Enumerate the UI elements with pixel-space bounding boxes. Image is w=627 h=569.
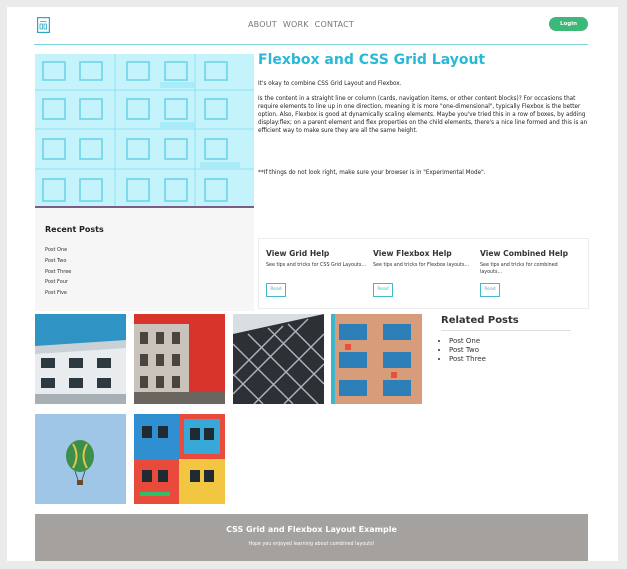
help-card-title: View Grid Help [266,249,330,258]
gallery-photo-lattice-facade[interactable] [233,314,324,404]
recent-post-item[interactable]: Post One [45,245,71,256]
page-title: Flexbox and CSS Grid Layout [258,52,486,68]
nav-link-about[interactable]: ABOUT [248,20,277,29]
recent-post-item[interactable]: Post Three [45,267,71,278]
related-posts-heading: Related Posts [441,315,519,326]
read-button[interactable]: Read [266,283,286,297]
help-card-text: See tips and tricks for combined layouts… [480,263,558,275]
gallery-photo-white-building[interactable] [35,314,126,404]
gallery-photo-blue-balconies[interactable] [331,314,422,404]
help-card-title: View Flexbox Help [373,249,452,258]
footer-title: CSS Grid and Flexbox Layout Example [226,525,397,534]
read-button[interactable]: Read [480,283,500,297]
recent-post-item[interactable]: Post Two [45,256,71,267]
gallery-photo-hot-air-balloon[interactable] [35,414,126,504]
main-nav: ABOUT WORK CONTACT [248,20,354,29]
help-card-text: See tips and tricks for CSS Grid Layouts… [266,263,366,268]
body-paragraph: Is the content in a straight line or col… [258,96,588,134]
related-post-item[interactable]: Post Two [449,346,486,355]
nav-link-work[interactable]: WORK [283,20,309,29]
hero-image [35,54,254,206]
recent-posts-list: Post One Post Two Post Three Post Four P… [45,245,71,299]
related-posts-list: Post One Post Two Post Three [449,337,486,364]
help-card-grid: View Grid Help See tips and tricks for C… [266,249,366,297]
recent-posts-heading: Recent Posts [45,225,104,234]
nav-link-contact[interactable]: CONTACT [315,20,354,29]
recent-post-item[interactable]: Post Five [45,288,71,299]
recent-posts-panel: Recent Posts Post One Post Two Post Thre… [35,208,254,311]
intro-text: It's okay to combine CSS Grid Layout and… [258,81,402,87]
gallery-photo-colorful-balconies[interactable] [134,414,225,504]
header-divider [34,44,588,45]
gallery-photo-red-building[interactable] [134,314,225,404]
help-card-text: See tips and tricks for Flexbox layouts.… [373,263,470,268]
page-footer: CSS Grid and Flexbox Layout Example Hope… [35,514,588,561]
help-card-flexbox: View Flexbox Help See tips and tricks fo… [373,249,473,297]
page-frame: ABOUT WORK CONTACT Login Recent Posts Po… [7,7,618,561]
help-card-title: View Combined Help [480,249,569,258]
related-posts-divider [441,330,571,331]
browser-note: **If things do not look right, make sure… [258,170,486,176]
help-card-combined: View Combined Help See tips and tricks f… [480,249,580,297]
recent-post-item[interactable]: Post Four [45,277,71,288]
read-button[interactable]: Read [373,283,393,297]
login-button[interactable]: Login [549,17,588,31]
footer-subtitle: Hope you enjoyed learning about combined… [248,542,375,547]
related-post-item[interactable]: Post Three [449,355,486,364]
logo-icon[interactable] [37,17,51,34]
related-post-item[interactable]: Post One [449,337,486,346]
